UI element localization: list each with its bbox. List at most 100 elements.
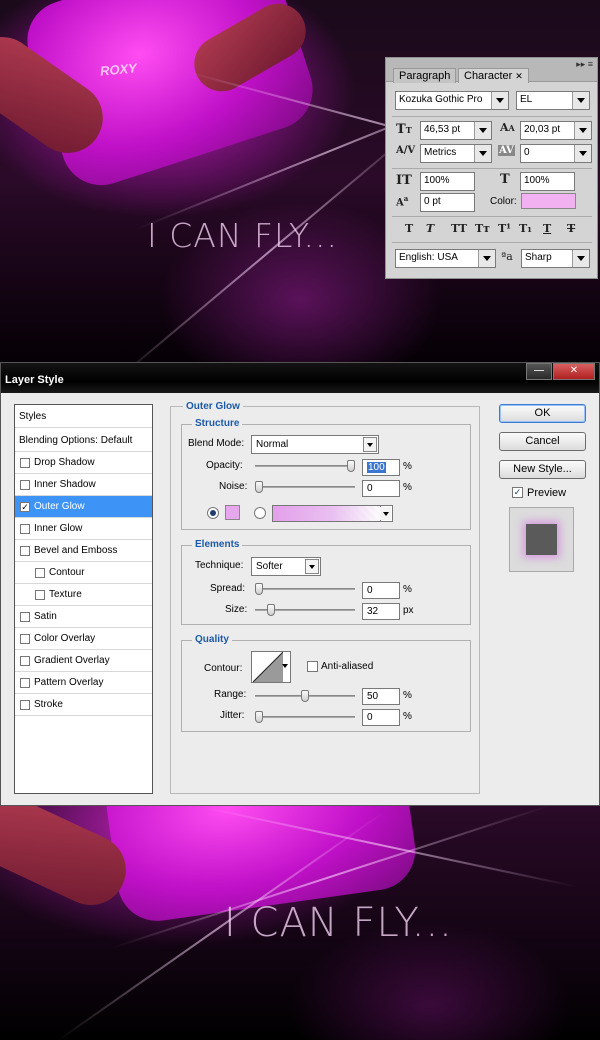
opacity-slider-handle[interactable]	[347, 460, 355, 472]
baseline-shift-input[interactable]: 0 pt	[420, 193, 475, 212]
opacity-slider[interactable]	[255, 460, 355, 472]
spread-slider-handle[interactable]	[255, 583, 263, 595]
tracking-select[interactable]: 0	[520, 144, 592, 163]
styles-list: Styles Blending Options: Default Drop Shad…	[14, 404, 153, 794]
horizontal-scale-input[interactable]: 100%	[520, 172, 575, 191]
chevron-down-icon	[363, 437, 377, 452]
font-family-select[interactable]: Kozuka Gothic Pro	[395, 91, 509, 110]
style-checkbox[interactable]	[20, 656, 30, 666]
jitter-slider-handle[interactable]	[255, 711, 263, 723]
close-button[interactable]: ✕	[553, 363, 595, 380]
ok-button[interactable]: OK	[499, 404, 586, 423]
text-color-swatch[interactable]	[521, 193, 576, 209]
vertical-scale-input[interactable]: 100%	[420, 172, 475, 191]
tab-character[interactable]: Character ✕	[458, 68, 529, 83]
elements-group: Elements Technique: Softer Spread: 0 % S…	[181, 539, 471, 625]
baseline-shift-icon: Aa	[396, 194, 409, 209]
style-checkbox[interactable]	[20, 480, 30, 490]
style-checkbox[interactable]	[20, 612, 30, 622]
contour-linear-icon	[253, 652, 283, 682]
spread-slider[interactable]	[255, 583, 355, 595]
superscript-button[interactable]: T¹	[498, 222, 511, 235]
all-caps-button[interactable]: TT	[451, 222, 467, 235]
style-checkbox[interactable]	[35, 568, 45, 578]
style-item-label: Bevel and Emboss	[34, 545, 118, 556]
blend-mode-select[interactable]: Normal	[251, 435, 379, 454]
style-item[interactable]: Stroke	[15, 694, 152, 716]
style-checkbox[interactable]	[20, 458, 30, 468]
style-checkbox[interactable]	[20, 546, 30, 556]
style-checkbox[interactable]	[20, 524, 30, 534]
range-input[interactable]: 50	[362, 688, 400, 705]
faux-italic-button[interactable]: T	[426, 222, 434, 235]
font-style-select[interactable]: EL	[516, 91, 590, 110]
style-item[interactable]: Color Overlay	[15, 628, 152, 650]
glow-gradient-picker[interactable]	[272, 505, 382, 522]
contour-picker[interactable]	[251, 651, 291, 683]
opacity-input[interactable]: 100	[362, 459, 400, 476]
leading-input[interactable]: 20,03 pt	[520, 121, 592, 140]
new-style-button[interactable]: New Style...	[499, 460, 586, 479]
size-input[interactable]: 32	[362, 603, 400, 620]
style-item[interactable]: Drop Shadow	[15, 452, 152, 474]
kerning-select[interactable]: Metrics	[420, 144, 492, 163]
small-caps-button[interactable]: Tт	[475, 222, 490, 235]
noise-slider-handle[interactable]	[255, 481, 263, 493]
dialog-titlebar[interactable]: Layer Style — ✕	[1, 363, 599, 393]
jitter-slider[interactable]	[255, 711, 355, 723]
strikethrough-button[interactable]: T	[567, 222, 575, 235]
leading-value: 20,03 pt	[524, 124, 561, 135]
style-item[interactable]: Gradient Overlay	[15, 650, 152, 672]
noise-slider[interactable]	[255, 481, 355, 493]
antialias-select[interactable]: Sharp	[521, 249, 590, 268]
range-slider-handle[interactable]	[301, 690, 309, 702]
subscript-button[interactable]: T₁	[519, 222, 532, 235]
style-checkbox[interactable]	[20, 678, 30, 688]
style-checkbox[interactable]: ✓	[20, 502, 30, 512]
underline-button[interactable]: T	[543, 222, 551, 235]
technique-value: Softer	[256, 561, 283, 572]
preview-checkbox[interactable]: ✓	[512, 487, 523, 498]
anti-aliased-checkbox[interactable]	[307, 661, 318, 672]
style-checkbox[interactable]	[35, 590, 45, 600]
font-size-input[interactable]: 46,53 pt	[420, 121, 492, 140]
style-checkbox[interactable]	[20, 700, 30, 710]
style-item[interactable]: Satin	[15, 606, 152, 628]
gradient-radio[interactable]	[254, 507, 266, 519]
noise-input[interactable]: 0	[362, 480, 400, 497]
font-style-value: EL	[520, 94, 533, 105]
style-item[interactable]: Bevel and Emboss	[15, 540, 152, 562]
glow-color-swatch[interactable]	[225, 505, 240, 520]
language-select[interactable]: English: USA	[395, 249, 496, 268]
style-item[interactable]: Inner Shadow	[15, 474, 152, 496]
style-item[interactable]: Pattern Overlay	[15, 672, 152, 694]
style-item[interactable]: Contour	[15, 562, 152, 584]
style-item[interactable]: ✓ Outer Glow	[15, 496, 152, 518]
tab-paragraph[interactable]: Paragraph	[393, 68, 457, 83]
style-checkbox[interactable]	[20, 634, 30, 644]
solid-color-radio[interactable]	[207, 507, 219, 519]
percent-unit: %	[403, 461, 412, 472]
style-item[interactable]: Inner Glow	[15, 518, 152, 540]
minimize-button[interactable]: —	[526, 363, 552, 380]
panel-menu-icon[interactable]: ▸▸ ≡	[576, 59, 593, 70]
size-slider-handle[interactable]	[267, 604, 275, 616]
divider	[392, 116, 592, 117]
chevron-down-icon	[479, 151, 487, 156]
blending-options-item[interactable]: Blending Options: Default	[15, 429, 152, 452]
gradient-dropdown[interactable]	[380, 505, 393, 522]
range-slider[interactable]	[255, 690, 355, 702]
preview-label: Preview	[527, 487, 567, 499]
close-icon[interactable]: ✕	[515, 71, 523, 81]
styles-header[interactable]: Styles	[15, 405, 152, 428]
size-slider[interactable]	[255, 604, 355, 616]
chevron-down-icon	[483, 256, 491, 261]
jitter-input[interactable]: 0	[362, 709, 400, 726]
technique-select[interactable]: Softer	[251, 557, 321, 576]
spread-input[interactable]: 0	[362, 582, 400, 599]
style-item[interactable]: Texture	[15, 584, 152, 606]
cancel-button[interactable]: Cancel	[499, 432, 586, 451]
style-item-label: Blending Options: Default	[19, 435, 133, 446]
leading-icon: AA	[500, 121, 515, 134]
faux-bold-button[interactable]: T	[405, 222, 413, 235]
